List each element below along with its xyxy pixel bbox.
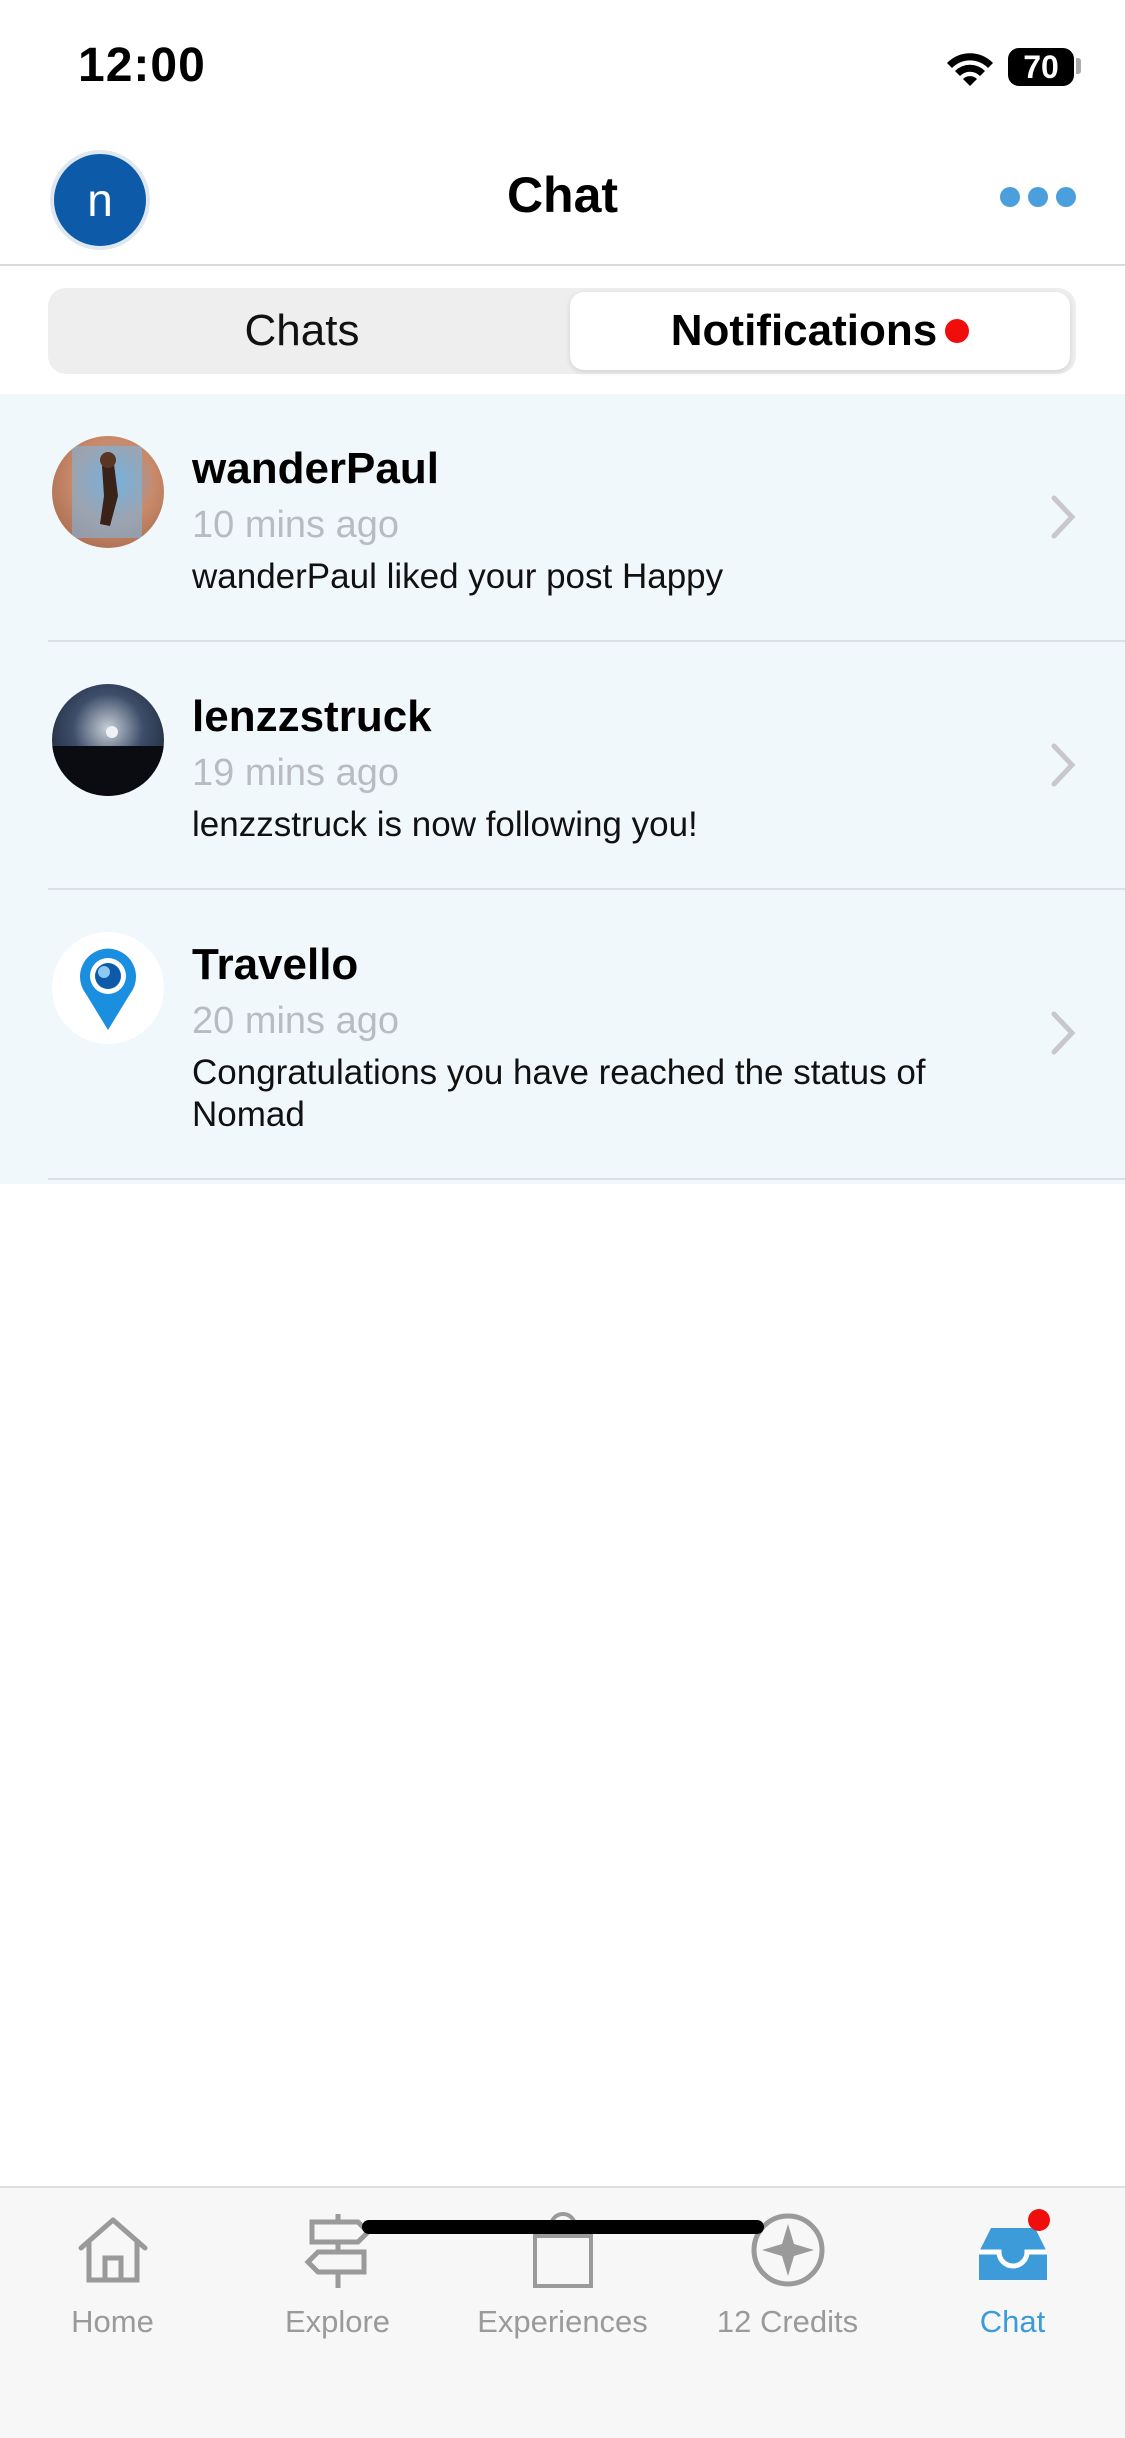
notification-text: Congratulations you have reached the sta… [192, 1053, 926, 1134]
battery-icon: 70 [1008, 48, 1074, 86]
more-options-button[interactable] [1000, 182, 1080, 212]
tab-notifications[interactable]: Notifications [570, 292, 1070, 370]
header: n Chat [0, 140, 1125, 266]
notification-sender: wanderPaul [192, 444, 439, 493]
notification-time: 20 mins ago [192, 1000, 400, 1042]
notification-list: wanderPaul 10 mins ago wanderPaul liked … [0, 394, 1125, 1184]
status-bar: 12:00 70 [0, 0, 1125, 140]
travello-logo [52, 932, 164, 1044]
battery-cap [1076, 58, 1081, 74]
chevron-right-icon [1051, 495, 1076, 539]
tab-chat-label: Chat [979, 2304, 1046, 2339]
notification-sender: Travello [192, 940, 359, 989]
segmented-control: Chats Notifications [48, 288, 1076, 374]
tab-credits-label: 12 Credits [716, 2304, 859, 2339]
notification-text: wanderPaul liked your post Happy [192, 557, 724, 596]
tab-experiences-label: Experiences [477, 2304, 648, 2339]
divider [48, 1178, 1125, 1180]
inbox-icon [978, 2209, 1050, 2280]
notification-item[interactable]: Travello 20 mins ago Congratulations you… [0, 890, 1125, 1180]
tab-chats[interactable]: Chats [52, 292, 552, 370]
dot-icon [1056, 187, 1076, 207]
dot-icon [1028, 187, 1048, 207]
chevron-right-icon [1051, 1011, 1076, 1055]
notification-item[interactable]: lenzzstruck 19 mins ago lenzzstruck is n… [0, 642, 1125, 890]
notification-item[interactable]: wanderPaul 10 mins ago wanderPaul liked … [0, 394, 1125, 642]
tab-explore-label: Explore [284, 2304, 391, 2339]
unread-dot-icon [945, 319, 970, 343]
user-avatar [52, 436, 164, 548]
home-icon [78, 2217, 147, 2283]
notification-time: 19 mins ago [192, 752, 400, 794]
page-title: Chat [506, 167, 619, 223]
user-avatar [52, 684, 164, 796]
tab-chats-label: Chats [244, 306, 360, 355]
tab-notifications-label: Notifications [670, 306, 938, 355]
chevron-right-icon [1051, 743, 1076, 787]
tab-home[interactable]: Home [0, 2208, 225, 2348]
status-time: 12:00 [78, 39, 206, 92]
dot-icon [1000, 187, 1020, 207]
home-indicator [362, 2220, 764, 2234]
notification-text: lenzzstruck is now following you! [192, 805, 698, 844]
tab-home-label: Home [71, 2304, 154, 2339]
wifi-icon [947, 53, 993, 86]
notification-time: 10 mins ago [192, 504, 400, 546]
notification-sender: lenzzstruck [192, 692, 432, 741]
tab-chat[interactable]: Chat [900, 2208, 1125, 2348]
